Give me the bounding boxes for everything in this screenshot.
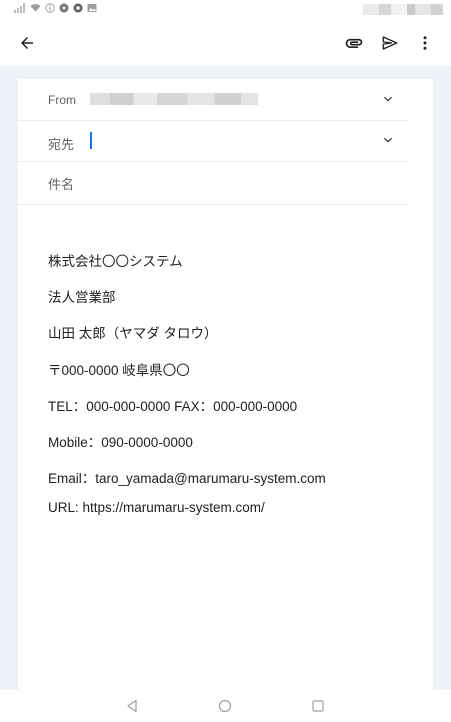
body-line: Email：taro_yamada@marumaru-system.com [48, 471, 326, 486]
info-icon [45, 3, 55, 13]
arrow-back-icon [21, 37, 33, 49]
body-line: 山田 太郎（ヤマダ タロウ） [48, 326, 218, 341]
chevron-down-icon[interactable] [380, 132, 396, 148]
wifi-icon [30, 4, 41, 12]
nav-home-button[interactable] [216, 697, 234, 715]
status-right-blurred [363, 4, 443, 15]
navigation-bar [0, 690, 451, 722]
image-notification-icon [87, 4, 97, 12]
body-line: TEL：000-000-0000 FAX：000-000-0000 [48, 399, 298, 414]
body-line: 株式会社〇〇システム [48, 254, 183, 269]
subject-row[interactable]: 件名 [18, 161, 408, 205]
status-bar [0, 0, 451, 20]
status-icons [14, 3, 97, 13]
triangle-back-icon [127, 699, 137, 713]
to-row[interactable]: 宛先 [18, 121, 408, 162]
subject-label: 件名 [48, 177, 75, 192]
from-address-blurred [90, 93, 258, 105]
chevron-down-icon[interactable] [380, 91, 396, 107]
circle-home-icon [218, 699, 232, 713]
more-options-button[interactable] [410, 28, 440, 58]
square-recents-icon [312, 700, 324, 712]
settings-badge-icon [73, 3, 83, 13]
body-line: 〒000-0000 岐阜県〇〇 [48, 363, 190, 378]
back-button[interactable] [12, 28, 42, 58]
from-label: From [48, 93, 76, 107]
signal-icon [14, 3, 25, 13]
nav-back-button[interactable] [123, 697, 141, 715]
body-line: Mobile：090-0000-0000 [48, 435, 193, 450]
send-icon [382, 36, 398, 50]
to-label: 宛先 [48, 137, 75, 152]
attach-button[interactable] [339, 28, 369, 58]
from-row[interactable]: From [18, 80, 408, 121]
paperclip-icon [345, 38, 363, 48]
send-button[interactable] [375, 28, 405, 58]
more-vert-icon [423, 36, 427, 50]
body-line: URL: https://marumaru-system.com/ [48, 500, 265, 515]
app-badge-icon [59, 3, 69, 13]
nav-recents-button[interactable] [309, 697, 327, 715]
compose-toolbar [0, 20, 451, 66]
text-cursor [90, 132, 92, 149]
body-line: 法人営業部 [48, 290, 116, 305]
